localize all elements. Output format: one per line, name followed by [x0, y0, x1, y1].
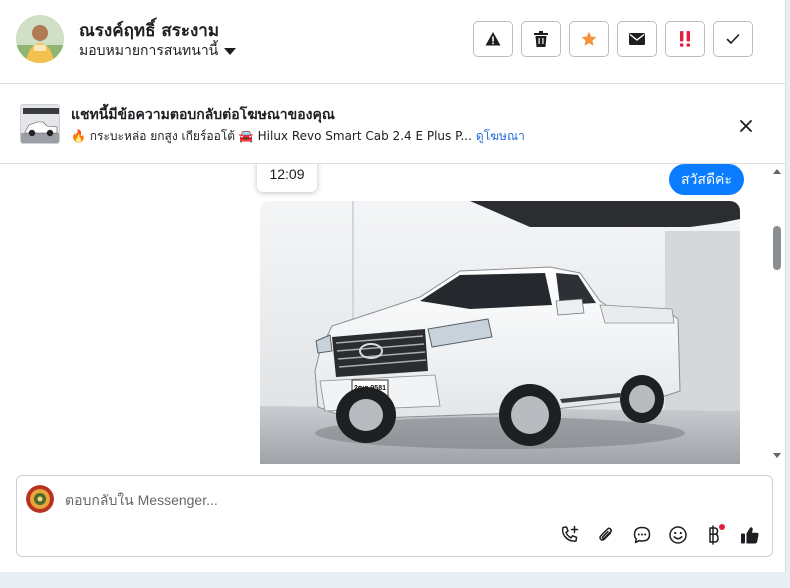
conversation-panel: ณรงค์ฤทธิ์ สระงาม มอบหมายการสนทนานี้ แชท… [0, 0, 786, 572]
star-button[interactable] [569, 21, 609, 57]
reply-input[interactable] [65, 490, 665, 510]
spam-button[interactable] [665, 21, 705, 57]
close-icon [740, 120, 752, 132]
view-ad-link[interactable]: ดูโฆษณา [476, 127, 525, 146]
saved-replies-button[interactable] [630, 523, 654, 547]
chevron-down-icon [224, 47, 237, 55]
like-button[interactable] [738, 523, 762, 547]
trash-icon [534, 31, 548, 47]
message-photo[interactable]: 2ฒธ 9581 กรุงเทพมหานคร [260, 201, 740, 464]
scroll-down-icon[interactable] [768, 449, 786, 461]
chat-bubble-icon [633, 526, 651, 544]
ad-thumbnail[interactable] [20, 104, 60, 144]
ad-reply-banner: แชทนี้มีข้อความตอบกลับต่อโฆษณาของคุณ 🔥 ก… [0, 84, 786, 164]
warning-icon [485, 32, 501, 46]
assign-conversation-dropdown[interactable]: มอบหมายการสนทนานี้ [79, 40, 237, 62]
conversation-header: ณรงค์ฤทธิ์ สระงาม มอบหมายการสนทนานี้ [0, 0, 786, 84]
mark-done-button[interactable] [713, 21, 753, 57]
envelope-icon [629, 33, 645, 45]
emoji-button[interactable] [666, 523, 690, 547]
double-exclamation-icon [680, 31, 690, 47]
message-composer [16, 475, 773, 557]
emoji-icon [669, 526, 687, 544]
baht-icon [709, 524, 725, 545]
ad-reply-title: แชทนี้มีข้อความตอบกลับต่อโฆษณาของคุณ [71, 107, 335, 123]
paperclip-icon [599, 527, 612, 541]
scrollbar-thumb[interactable] [773, 226, 781, 270]
report-button[interactable] [473, 21, 513, 57]
ad-reply-subtitle: 🔥 กระบะหล่อ ยกสูง เกียร์ออโต้ 🚘 Hilux Re… [71, 127, 525, 146]
call-button[interactable] [558, 523, 582, 547]
mark-unread-button[interactable] [617, 21, 657, 57]
page-background-strip [0, 572, 790, 588]
avatar[interactable] [16, 15, 64, 63]
timestamp-tooltip: 12:09 [257, 164, 317, 192]
phone-plus-icon [561, 525, 579, 542]
assign-label: มอบหมายการสนทนานี้ [79, 43, 219, 59]
thumbs-up-icon [741, 527, 759, 544]
ad-name: 🔥 กระบะหล่อ ยกสูง เกียร์ออโต้ 🚘 Hilux Re… [71, 129, 472, 143]
close-banner-button[interactable] [736, 116, 756, 136]
message-list: 12:09 สวัสดีค่ะ [0, 164, 786, 464]
payment-button[interactable] [702, 523, 726, 547]
notification-dot [719, 524, 725, 530]
scroll-up-icon[interactable] [768, 166, 786, 178]
check-icon [726, 34, 740, 44]
star-icon [581, 31, 597, 46]
chat-scrollbar[interactable] [768, 164, 786, 464]
attach-button[interactable] [594, 523, 618, 547]
page-avatar [26, 485, 54, 513]
delete-button[interactable] [521, 21, 561, 57]
outgoing-message[interactable]: สวัสดีค่ะ [669, 164, 744, 195]
